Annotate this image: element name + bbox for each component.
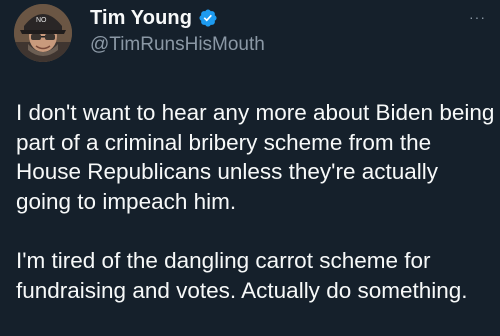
name-row: Tim Young [90,6,265,30]
tweet-card: NO Tim Young @TimRunsHisMouth ··· I don'… [0,0,500,336]
profile-photo: NO [14,4,72,62]
tweet-text: I don't want to hear any more about Bide… [16,98,496,305]
author-info: Tim Young @TimRunsHisMouth [90,6,265,56]
display-name[interactable]: Tim Young [90,7,192,30]
verified-badge-icon [199,9,217,27]
more-options-icon[interactable]: ··· [469,10,486,24]
handle[interactable]: @TimRunsHisMouth [90,34,265,56]
tweet-paragraph: I'm tired of the dangling carrot scheme … [16,248,468,303]
tweet-header: NO Tim Young @TimRunsHisMouth ··· [14,2,486,66]
avatar[interactable]: NO [14,4,72,62]
svg-text:NO: NO [36,17,47,24]
tweet-paragraph: I don't want to hear any more about Bide… [16,100,495,214]
